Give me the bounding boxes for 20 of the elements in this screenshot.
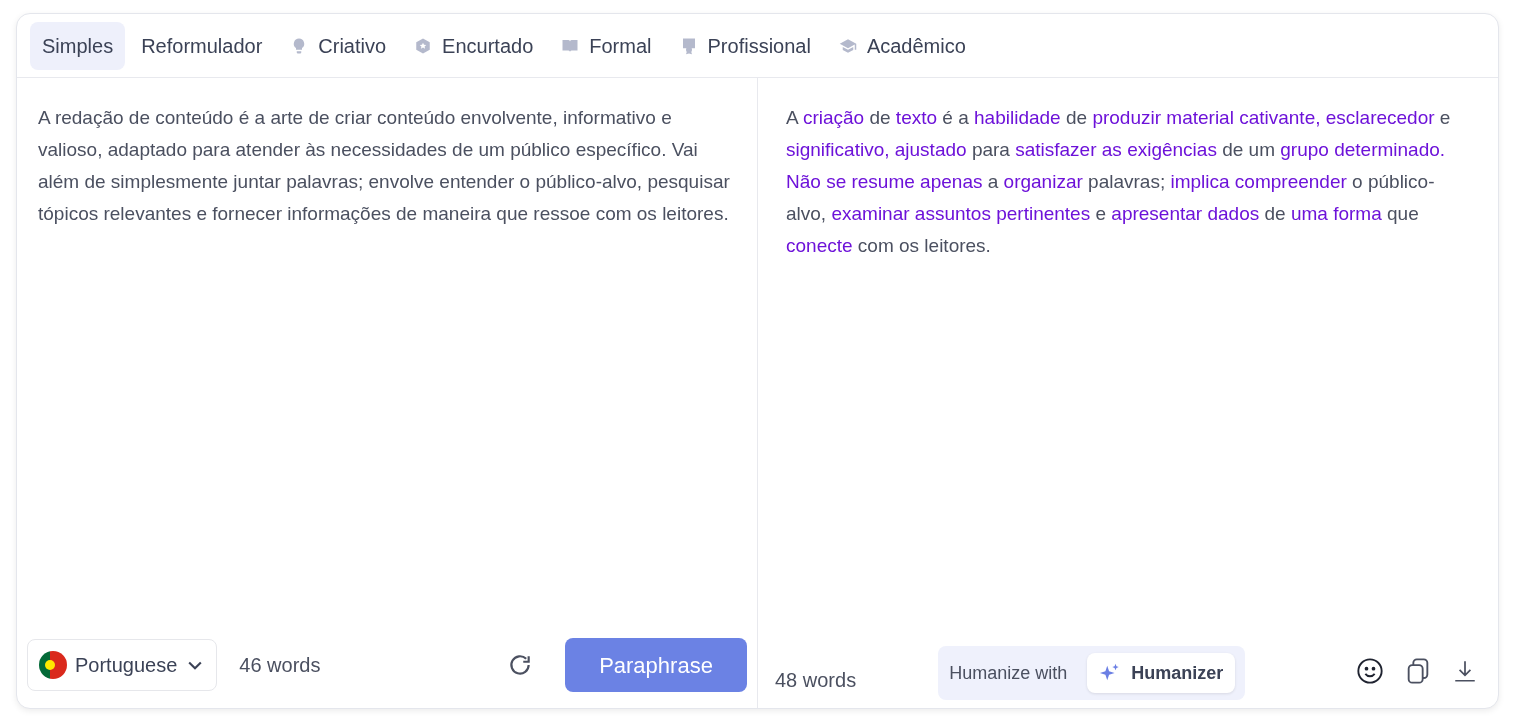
word-count: 48 words: [775, 668, 857, 693]
word-count: 46 words: [239, 653, 321, 678]
input-text[interactable]: A redação de conteúdo é a arte de criar conteúdo envolvente, informativo e valioso, adaptado para atender às necessidades de um público específico. Vai além de simplesmente juntar palavras; envolve entender o público-alvo, pesquisar tópicos relevantes e fornecer informações de maneira que ressoe com os leitores.: [17, 78, 757, 638]
refresh-icon[interactable]: [507, 652, 533, 678]
download-icon[interactable]: [1452, 658, 1478, 684]
hexagon-star-icon: [414, 36, 433, 55]
mode-tab[interactable]: Criativo: [278, 21, 399, 70]
humanizer-button[interactable]: Humanizer: [1087, 653, 1236, 693]
mode-tab[interactable]: Acadêmico: [826, 21, 978, 70]
paraphrased-text: A criação de texto é a habilidade de produzir material cativante, esclarecedor e significativo, ajustado para satisfazer as exigências de um grupo determinado. Não se resume apenas a organizar palavras; implica compreender o público-alvo, examinar assuntos pertinentes e apresentar dados de uma forma que conecte com os leitores.: [785, 106, 1452, 258]
mode-tab[interactable]: Simples: [30, 21, 126, 70]
mode-tab[interactable]: Formal: [549, 21, 664, 70]
smiley-icon[interactable]: [1356, 657, 1384, 685]
mode-tab[interactable]: Reformulador: [129, 21, 275, 70]
paraphrase-button[interactable]: Paraphrase: [565, 638, 747, 692]
language-select[interactable]: Portuguese: [27, 639, 218, 691]
mode-tab[interactable]: Encurtado: [402, 21, 546, 70]
flag-icon: [39, 651, 67, 679]
mode-tab[interactable]: Profissional: [667, 21, 823, 70]
humanize-label: Humanize with: [949, 661, 1068, 685]
